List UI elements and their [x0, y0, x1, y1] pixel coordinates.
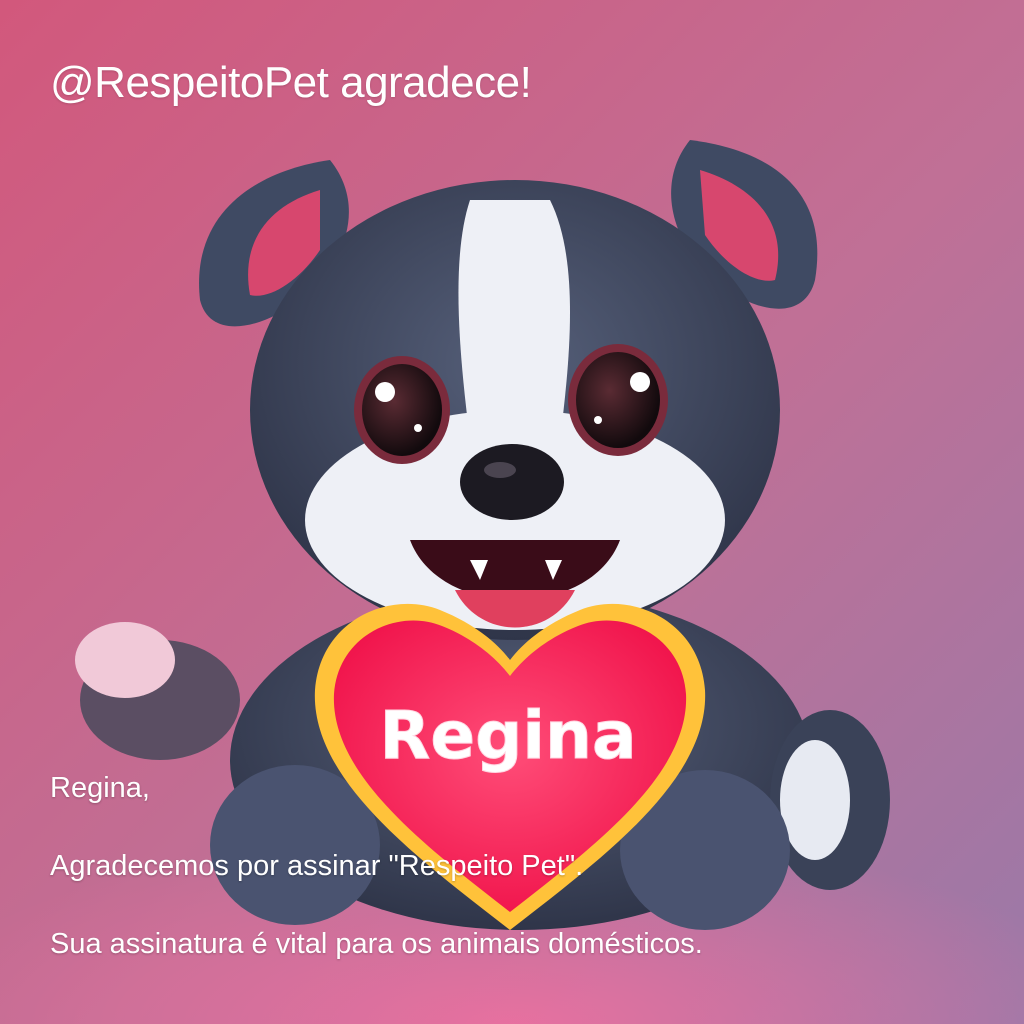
thanks-text: Agradecemos por assinar "Respeito Pet".: [50, 850, 584, 882]
vital-text: Sua assinatura é vital para os animais d…: [50, 928, 703, 960]
page-title: @RespeitoPet agradece!: [50, 58, 532, 107]
greeting-text: Regina,: [50, 772, 150, 804]
heart-name-text: Regina: [380, 697, 637, 774]
